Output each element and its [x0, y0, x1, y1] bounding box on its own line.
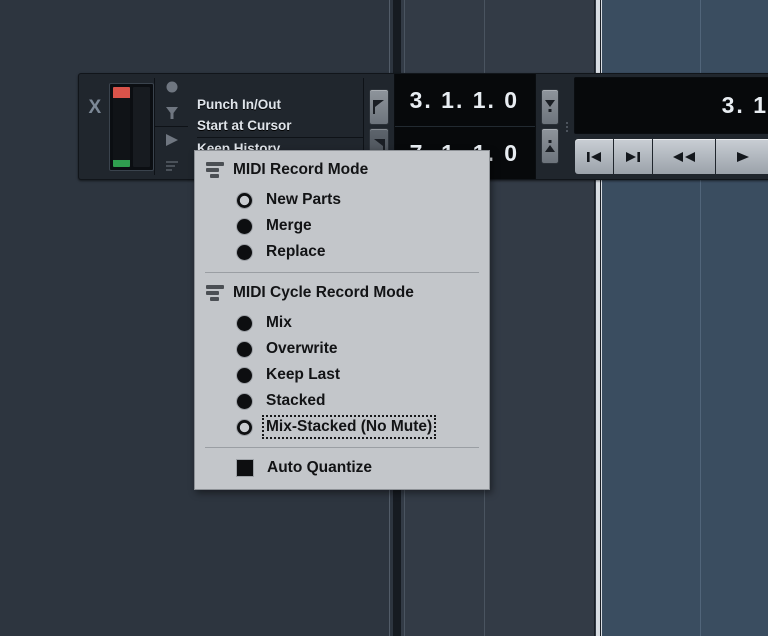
- marker-to-icon[interactable]: [541, 89, 560, 125]
- menu-section-title: MIDI Cycle Record Mode: [233, 284, 414, 301]
- radio-icon[interactable]: [237, 244, 252, 260]
- menu-section-title: MIDI Record Mode: [233, 161, 369, 178]
- radio-icon[interactable]: [237, 341, 252, 357]
- menu-item-keep-last[interactable]: Keep Last: [195, 362, 489, 388]
- menu-item-label: Stacked: [266, 392, 326, 409]
- transport-block: 3. 1: [570, 74, 768, 179]
- menu-item-stacked[interactable]: Stacked: [195, 388, 489, 414]
- menu-section-header: MIDI Cycle Record Mode: [195, 280, 489, 306]
- menu-item-label: New Parts: [266, 191, 341, 208]
- go-to-end-button[interactable]: [613, 138, 652, 175]
- menu-separator: [205, 272, 479, 273]
- list-lines-icon[interactable]: [155, 153, 188, 179]
- menu-item-label: Mix-Stacked (No Mute): [261, 415, 437, 439]
- menu-separator: [205, 447, 479, 448]
- menu-item-label: Replace: [266, 243, 326, 260]
- menu-item-replace[interactable]: Replace: [195, 239, 489, 265]
- marker-from-icon[interactable]: [541, 128, 560, 164]
- radio-icon[interactable]: [237, 393, 252, 409]
- meter-block: X: [79, 74, 154, 179]
- checkbox-icon[interactable]: [237, 460, 253, 476]
- go-to-start-button[interactable]: [574, 138, 613, 175]
- transport-controls: [574, 138, 768, 175]
- level-meter[interactable]: [108, 82, 154, 171]
- radio-selected-icon[interactable]: [237, 192, 252, 208]
- list-lines-icon: [206, 285, 224, 301]
- menu-item-mix-stacked-no-mute[interactable]: Mix-Stacked (No Mute): [195, 414, 489, 440]
- meter-bar-left: [112, 86, 130, 167]
- menu-item-label: Merge: [266, 217, 312, 234]
- close-icon[interactable]: X: [85, 98, 105, 117]
- funnel-icon[interactable]: [155, 100, 188, 127]
- menu-item-label: Overwrite: [266, 340, 338, 357]
- record-circle-icon[interactable]: [155, 74, 188, 100]
- meter-bar-right: [132, 86, 150, 167]
- play-triangle-icon[interactable]: [155, 127, 188, 153]
- locator-left-flag-icon[interactable]: [369, 89, 389, 125]
- meter-signal-indicator: [112, 159, 130, 167]
- radio-selected-icon[interactable]: [237, 419, 252, 435]
- menu-item-overwrite[interactable]: Overwrite: [195, 336, 489, 362]
- meter-clip-indicator: [112, 86, 130, 98]
- menu-item-label: Auto Quantize: [267, 459, 373, 476]
- menu-item-mix[interactable]: Mix: [195, 310, 489, 336]
- list-lines-icon: [206, 162, 224, 178]
- radio-icon[interactable]: [237, 315, 252, 331]
- menu-item-new-parts[interactable]: New Parts: [195, 187, 489, 213]
- midi-record-context-menu: MIDI Record Mode New Parts Merge Replace MID…: [194, 150, 490, 490]
- mode-label-punch[interactable]: Punch In/Out: [197, 94, 363, 115]
- time-row-left-locator[interactable]: 3. 1. 1. 0: [395, 74, 536, 127]
- secondary-time-display[interactable]: 3. 1: [574, 77, 768, 134]
- record-mode-icon-column: [155, 74, 188, 179]
- menu-item-label: Mix: [266, 314, 292, 331]
- radio-icon[interactable]: [237, 367, 252, 383]
- menu-item-merge[interactable]: Merge: [195, 213, 489, 239]
- forward-button[interactable]: [715, 138, 768, 175]
- menu-item-auto-quantize[interactable]: Auto Quantize: [195, 455, 489, 481]
- menu-section-header: MIDI Record Mode: [195, 157, 489, 183]
- menu-item-label: Keep Last: [266, 366, 341, 383]
- mode-label-start-at-cursor[interactable]: Start at Cursor: [197, 115, 363, 138]
- radio-icon[interactable]: [237, 218, 252, 234]
- rewind-button[interactable]: [652, 138, 715, 175]
- marker-buttons: [536, 74, 564, 179]
